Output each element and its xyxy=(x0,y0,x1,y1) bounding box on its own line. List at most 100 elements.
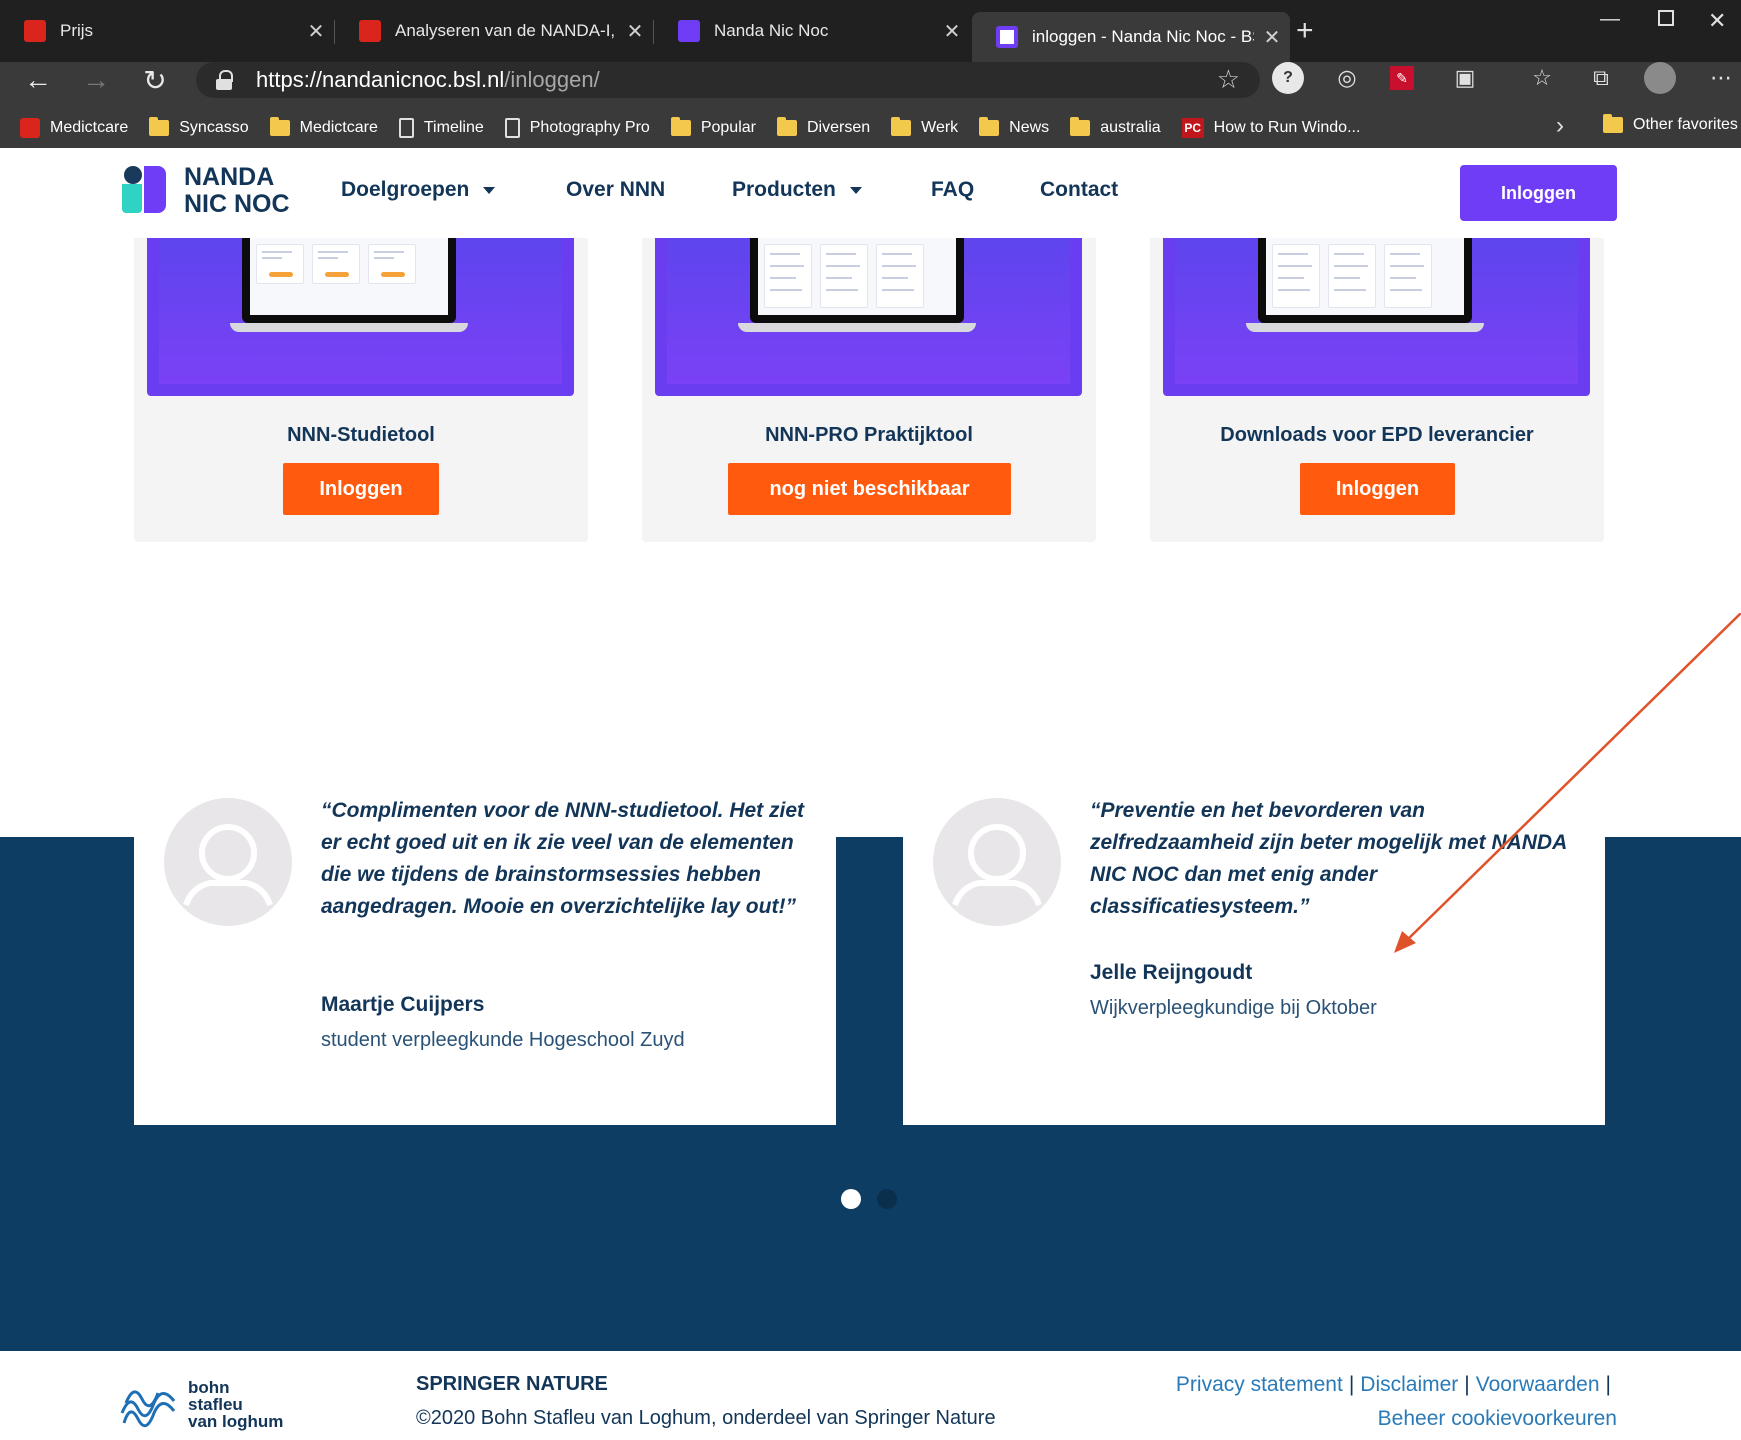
close-tab-icon[interactable]: ✕ xyxy=(617,19,653,44)
lock-icon xyxy=(216,70,233,90)
studietool-login-button[interactable]: Inloggen xyxy=(283,463,439,515)
bsl-waves-icon xyxy=(120,1390,176,1428)
maximize-icon[interactable] xyxy=(1658,10,1674,26)
medictcare-favicon-icon xyxy=(359,20,381,42)
header-login-button[interactable]: Inloggen xyxy=(1460,165,1617,221)
page-viewport: NNN-Studietool Inloggen NNN-PRO Praktijk… xyxy=(0,148,1741,1440)
pc-mag-icon: PC xyxy=(1181,118,1204,138)
privacy-link[interactable]: Privacy statement xyxy=(1176,1373,1343,1396)
url-text: https://nandanicnoc.bsl.nl/inloggen/ xyxy=(256,67,600,93)
nav-over-nnn[interactable]: Over NNN xyxy=(566,178,665,202)
close-tab-icon[interactable]: ✕ xyxy=(1254,25,1290,50)
praktijktool-unavailable-button[interactable]: nog niet beschikbaar xyxy=(728,463,1011,515)
folder-icon xyxy=(891,117,912,136)
carousel-dot[interactable] xyxy=(877,1189,897,1209)
testimonial-quote: “Complimenten voor de NNN-studietool. He… xyxy=(321,799,805,918)
footer-links: Privacy statement | Disclaimer | Voorwaarden… xyxy=(1175,1373,1611,1396)
bookmark-item[interactable]: Medictcare xyxy=(269,117,378,137)
new-tab-icon[interactable]: + xyxy=(1296,14,1314,48)
tab-analyseren[interactable]: Analyseren van de NANDA-I, NO ✕ xyxy=(335,10,653,52)
bookmarks-bar: Medictcare Syncasso Medictcare Timeline … xyxy=(0,108,1741,148)
page-icon xyxy=(398,118,414,138)
product-card-praktijktool: NNN-PRO Praktijktool nog niet beschikbaa… xyxy=(642,238,1096,542)
nav-contact[interactable]: Contact xyxy=(1040,178,1118,202)
product-title: NNN-PRO Praktijktool xyxy=(765,424,973,446)
folder-icon xyxy=(149,117,170,136)
tab-extension-icon[interactable]: ▣ xyxy=(1449,62,1481,94)
address-bar[interactable]: https://nandanicnoc.bsl.nl/inloggen/ ☆ xyxy=(196,62,1260,98)
testimonial-author: Jelle Reijngoudt xyxy=(1090,961,1253,984)
minimize-icon[interactable]: — xyxy=(1600,8,1620,31)
page-icon xyxy=(504,118,520,138)
user-avatar-icon xyxy=(164,798,292,926)
nnn-favicon-icon xyxy=(678,20,700,42)
laptop-illustration xyxy=(1163,238,1590,396)
nnn-favicon-icon xyxy=(996,26,1018,48)
folder-icon xyxy=(1603,114,1623,133)
medictcare-icon xyxy=(20,118,40,138)
favorites-list-icon[interactable]: ☆ xyxy=(1526,62,1558,94)
voorwaarden-link[interactable]: Voorwaarden xyxy=(1476,1373,1600,1396)
other-favorites[interactable]: Other favorites xyxy=(1603,114,1738,134)
favorite-star-icon[interactable]: ☆ xyxy=(1217,64,1240,95)
caret-down-icon xyxy=(849,186,862,194)
downloads-login-button[interactable]: Inloggen xyxy=(1300,463,1455,515)
url-path: /inloggen/ xyxy=(504,67,600,92)
carousel-dot-active[interactable] xyxy=(841,1189,861,1209)
medictcare-favicon-icon xyxy=(24,20,46,42)
bookmark-item[interactable]: Medictcare xyxy=(20,118,128,138)
bookmark-item[interactable]: PC How to Run Windo... xyxy=(1181,118,1360,138)
product-title: NNN-Studietool xyxy=(287,424,435,446)
bookmark-item[interactable]: Popular xyxy=(670,117,756,137)
red-extension-icon[interactable]: ✎ xyxy=(1390,66,1414,90)
tab-nanda-nic-noc[interactable]: Nanda Nic Noc ✕ xyxy=(654,10,970,52)
bookmark-item[interactable]: Timeline xyxy=(398,118,484,138)
bohn-stafleu-van-loghum-logo[interactable]: bohn stafleu van loghum xyxy=(120,1377,290,1430)
laptop-illustration xyxy=(147,238,574,396)
testimonial-role: student verpleegkunde Hogeschool Zuyd xyxy=(321,1029,685,1051)
site-footer: bohn stafleu van loghum SPRINGER NATURE ©2… xyxy=(0,1351,1741,1440)
bookmark-item[interactable]: Diversen xyxy=(776,117,870,137)
bookmark-item[interactable]: Syncasso xyxy=(149,117,249,137)
springer-nature-label: SPRINGER NATURE xyxy=(416,1373,608,1395)
close-tab-icon[interactable]: ✕ xyxy=(934,19,970,44)
url-host: https://nandanicnoc.bsl.nl xyxy=(256,67,505,92)
back-arrow-icon[interactable]: ← xyxy=(20,62,56,98)
nav-faq[interactable]: FAQ xyxy=(931,178,974,202)
cookie-preferences-link[interactable]: Beheer cookievoorkeuren xyxy=(1378,1407,1617,1431)
bookmark-item[interactable]: australia xyxy=(1070,117,1161,137)
folder-icon xyxy=(670,117,691,136)
annotation-arrow xyxy=(1394,613,1741,953)
folder-icon xyxy=(1070,117,1091,136)
bookmark-item[interactable]: Photography Pro xyxy=(504,118,650,138)
more-menu-icon[interactable]: ⋯ xyxy=(1705,62,1737,94)
folder-icon xyxy=(269,117,290,136)
nanda-nic-noc-logo[interactable]: NANDA NIC NOC xyxy=(120,164,300,218)
help-extension-icon[interactable]: ? xyxy=(1272,62,1304,94)
profile-avatar-icon[interactable] xyxy=(1644,62,1676,94)
bookmark-item[interactable]: News xyxy=(979,117,1049,137)
bookmark-item[interactable]: Werk xyxy=(891,117,958,137)
chevron-right-icon[interactable]: › xyxy=(1556,112,1564,140)
nav-producten[interactable]: Producten xyxy=(732,178,862,202)
laptop-illustration xyxy=(655,238,1082,396)
carousel-pagination xyxy=(841,1189,913,1209)
close-window-icon[interactable]: ✕ xyxy=(1708,8,1726,34)
close-tab-icon[interactable]: ✕ xyxy=(298,19,334,44)
product-card-studietool: NNN-Studietool Inloggen xyxy=(134,238,588,542)
headphones-extension-icon[interactable]: ◎ xyxy=(1331,62,1363,94)
collections-icon[interactable]: ⧉ xyxy=(1585,62,1617,94)
refresh-icon[interactable]: ↻ xyxy=(137,62,173,98)
disclaimer-link[interactable]: Disclaimer xyxy=(1360,1373,1458,1396)
product-title: Downloads voor EPD leverancier xyxy=(1220,424,1534,446)
tab-prijs[interactable]: Prijs ✕ xyxy=(0,10,334,52)
forward-arrow-icon[interactable]: → xyxy=(78,62,114,98)
testimonial-card: “Complimenten voor de NNN-studietool. He… xyxy=(134,769,836,1125)
tab-inloggen[interactable]: inloggen - Nanda Nic Noc - BSL ✕ xyxy=(972,12,1290,62)
user-avatar-icon xyxy=(933,798,1061,926)
nav-doelgroepen[interactable]: Doelgroepen xyxy=(341,178,496,202)
folder-icon xyxy=(979,117,1000,136)
site-header: NANDA NIC NOC Doelgroepen Over NNN Produc… xyxy=(0,148,1741,238)
caret-down-icon xyxy=(483,186,496,194)
product-card-downloads: Downloads voor EPD leverancier Inloggen xyxy=(1150,238,1604,542)
